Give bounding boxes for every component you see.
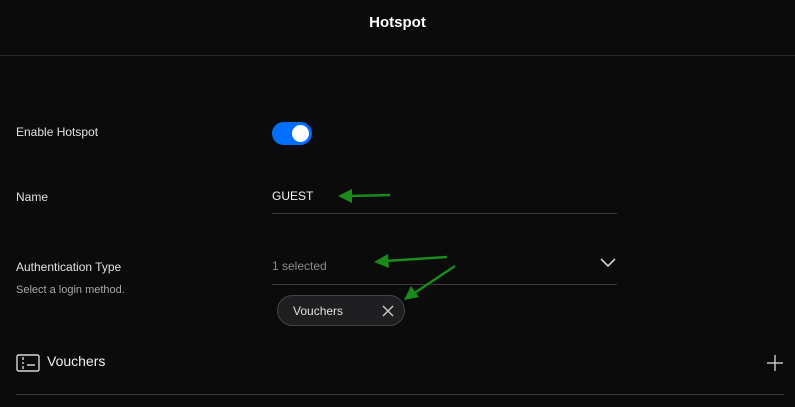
authentication-type-selected-count: 1 selected	[272, 259, 327, 273]
header: Hotspot	[0, 0, 795, 56]
name-label: Name	[16, 190, 49, 204]
chip-label: Vouchers	[293, 304, 344, 318]
toggle-knob	[292, 125, 309, 142]
page-title: Hotspot	[369, 14, 426, 31]
authentication-type-label: Authentication Type	[16, 260, 122, 274]
hotspot-settings-page: Hotspot Enable Hotspot Name GUEST Authen…	[0, 0, 795, 407]
plus-icon[interactable]	[766, 354, 784, 372]
authentication-type-select[interactable]: 1 selected	[272, 252, 617, 285]
section-divider	[16, 394, 784, 395]
vouchers-chip: Vouchers	[277, 295, 405, 326]
chevron-down-icon[interactable]	[599, 256, 617, 268]
name-field-value: GUEST	[272, 189, 314, 203]
enable-hotspot-toggle[interactable]	[272, 122, 312, 145]
name-field[interactable]: GUEST	[272, 180, 617, 214]
voucher-icon	[16, 354, 40, 372]
authentication-type-hint: Select a login method.	[16, 284, 125, 296]
close-icon[interactable]	[382, 305, 394, 317]
vouchers-section-title: Vouchers	[47, 353, 106, 369]
enable-hotspot-label: Enable Hotspot	[16, 125, 99, 139]
vouchers-section-header[interactable]: Vouchers	[16, 352, 784, 382]
